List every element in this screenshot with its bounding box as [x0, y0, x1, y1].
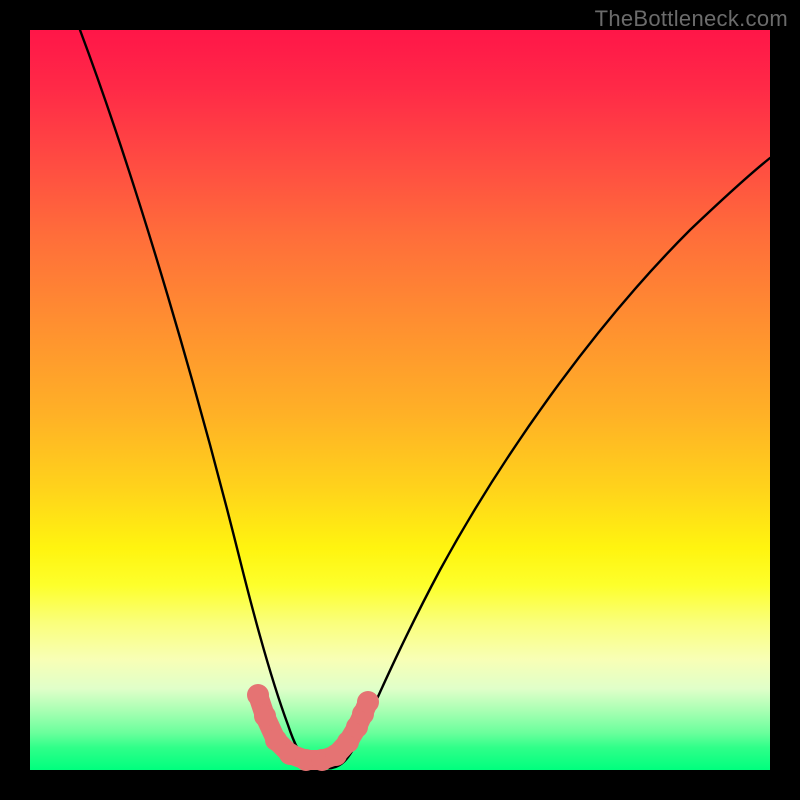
- marker-dot: [247, 684, 269, 706]
- marker-dot: [254, 705, 276, 727]
- watermark-text: TheBottleneck.com: [595, 6, 788, 32]
- bottleneck-chart: [30, 30, 770, 770]
- marker-dot: [357, 691, 379, 713]
- outer-frame: TheBottleneck.com: [0, 0, 800, 800]
- bottleneck-curve: [80, 30, 770, 768]
